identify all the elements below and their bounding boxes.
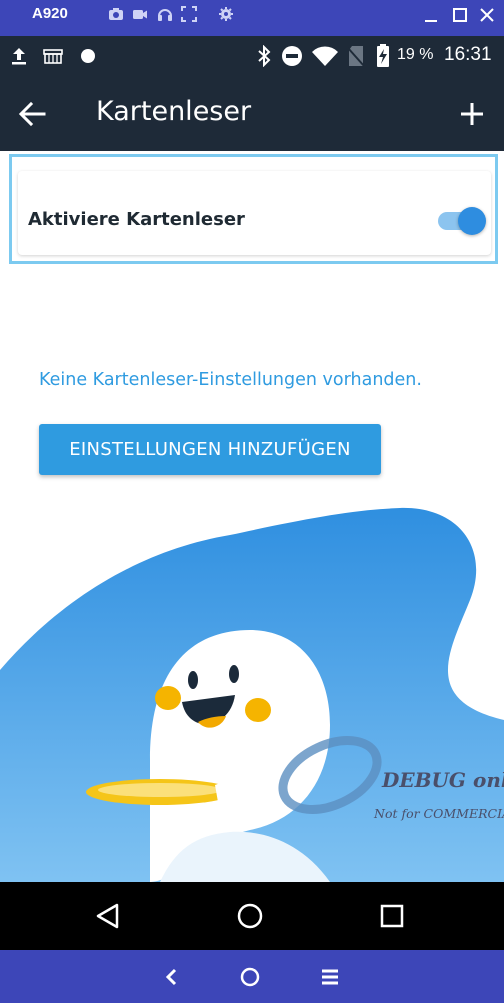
- maximize-icon[interactable]: [449, 4, 471, 26]
- page-title: Kartenleser: [96, 96, 252, 127]
- card-reader-toggle-label: Aktiviere Kartenleser: [28, 209, 245, 230]
- dot-icon: [81, 49, 95, 63]
- emulator-bottom-bar: [0, 950, 504, 1003]
- recents-square-icon[interactable]: [374, 898, 410, 934]
- settings-icon[interactable]: [218, 6, 234, 22]
- home-circle-icon[interactable]: [232, 898, 268, 934]
- plus-icon[interactable]: [452, 94, 492, 134]
- empty-state-message: Keine Kartenleser-Einstellungen vorhande…: [39, 370, 422, 390]
- bluetooth-icon: [258, 45, 271, 67]
- menu-icon[interactable]: [317, 964, 343, 990]
- battery-charging-icon: [377, 44, 389, 67]
- emulator-title: A920: [32, 5, 68, 22]
- wifi-icon: [312, 46, 338, 66]
- toggle-thumb: [458, 207, 486, 235]
- back-triangle-icon[interactable]: [90, 898, 126, 934]
- arrow-left-icon[interactable]: [14, 96, 50, 132]
- emulator-title-bar: A920: [0, 0, 504, 36]
- watermark-debug-text: DEBUG only: [382, 768, 504, 792]
- card-reader-toggle[interactable]: [438, 206, 486, 236]
- upload-icon: [12, 48, 26, 65]
- video-icon[interactable]: [132, 6, 148, 22]
- ghost-illustration: [0, 507, 504, 882]
- do-not-disturb-icon: [282, 46, 302, 66]
- app-toolbar: Kartenleser: [0, 76, 504, 151]
- card-reader-toggle-card: Aktiviere Kartenleser: [9, 154, 498, 264]
- status-bar: 19 % 16:31: [0, 36, 504, 76]
- headset-icon[interactable]: [157, 6, 173, 22]
- home-icon[interactable]: [237, 964, 263, 990]
- card-surface: Aktiviere Kartenleser: [18, 171, 491, 255]
- fullscreen-icon[interactable]: [181, 6, 197, 22]
- store-icon: [43, 49, 63, 64]
- add-settings-button[interactable]: EINSTELLUNGEN HINZUFÜGEN: [39, 424, 381, 475]
- watermark-commercial-text: Not for COMMERCIAL: [374, 806, 504, 821]
- no-sim-icon: [347, 46, 365, 67]
- battery-percentage: 19 %: [397, 46, 434, 63]
- minimize-icon[interactable]: [420, 4, 442, 26]
- camera-icon[interactable]: [108, 6, 124, 22]
- android-nav-bar: [0, 882, 504, 950]
- status-time: 16:31: [444, 44, 492, 65]
- close-icon[interactable]: [476, 4, 498, 26]
- back-icon[interactable]: [159, 964, 185, 990]
